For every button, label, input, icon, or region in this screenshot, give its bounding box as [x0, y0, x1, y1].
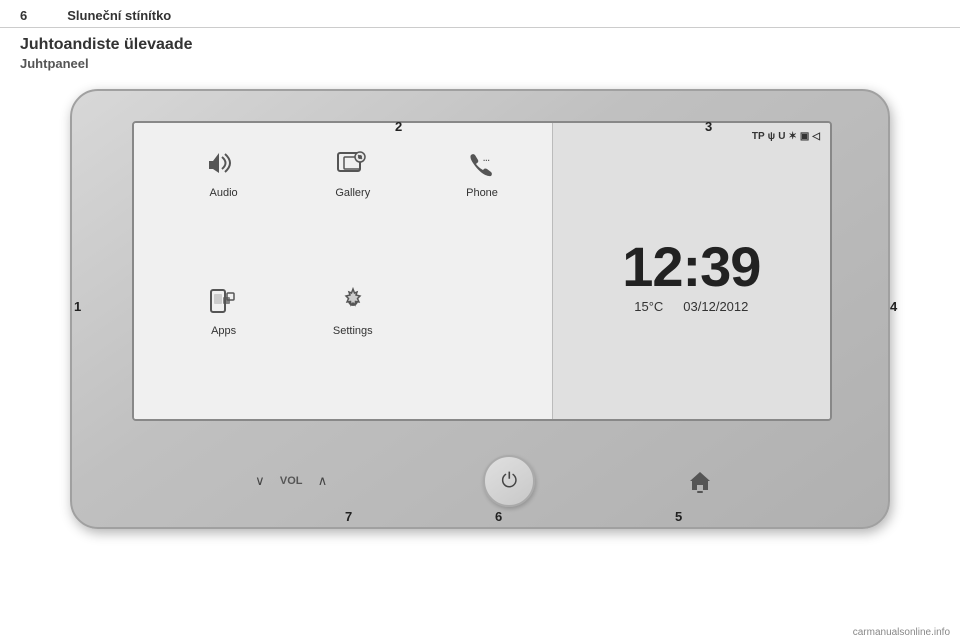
callout-5: 5: [675, 509, 682, 524]
phone-icon: ...: [458, 143, 506, 183]
app-icon-gallery[interactable]: Gallery: [293, 143, 412, 271]
vol-up-button[interactable]: ∧: [308, 469, 338, 493]
svg-text:...: ...: [483, 154, 490, 163]
clock-area: 12:39 15°C 03/12/2012: [563, 142, 820, 411]
volume-status: ◁: [812, 131, 820, 142]
app-grid: Audio Gallery: [134, 123, 552, 419]
screen-info-panel: TP ψ U ✶ ▣ ◁ 12:39 15°C 03/12/2012: [552, 123, 830, 419]
callout-3: 3: [705, 119, 712, 134]
phone-label: Phone: [466, 187, 498, 199]
tp-status: TP: [752, 131, 765, 142]
apps-label: Apps: [211, 325, 236, 337]
power-button[interactable]: ⏻: [483, 455, 535, 507]
app-icon-audio[interactable]: Audio: [164, 143, 283, 271]
app-icon-phone[interactable]: ... Phone: [422, 143, 541, 271]
audio-label: Audio: [210, 187, 238, 199]
callout-7: 7: [345, 509, 352, 524]
callout-1: 1: [74, 299, 81, 314]
device-controls: ∨ VOL ∧ ⏻: [132, 455, 832, 507]
battery-status: ▣: [800, 131, 809, 142]
clock-display: 12:39: [622, 239, 760, 295]
bluetooth-status: ✶: [788, 131, 796, 142]
device-screen: Audio Gallery: [132, 121, 832, 421]
volume-control: ∨ VOL ∧: [245, 469, 338, 493]
device-diagram: Audio Gallery: [40, 79, 920, 549]
signal-status: U: [778, 131, 785, 142]
gallery-label: Gallery: [335, 187, 370, 199]
apps-icon: [200, 281, 248, 321]
settings-label: Settings: [333, 325, 373, 337]
heading-sub: Juhtpaneel: [20, 56, 940, 71]
app-icon-settings[interactable]: Settings: [293, 281, 412, 409]
vol-down-button[interactable]: ∨: [245, 469, 275, 493]
antenna-status: ψ: [768, 131, 776, 142]
watermark: carmanualsonline.info: [853, 627, 950, 638]
clock-info: 15°C 03/12/2012: [634, 299, 748, 314]
temperature-display: 15°C: [634, 299, 663, 314]
callout-2: 2: [395, 119, 402, 134]
audio-icon: [200, 143, 248, 183]
home-button[interactable]: [681, 462, 719, 500]
callout-4: 4: [890, 299, 897, 314]
gallery-icon: [329, 143, 377, 183]
device-body: Audio Gallery: [70, 89, 890, 529]
callout-6: 6: [495, 509, 502, 524]
settings-icon: [329, 281, 377, 321]
page-number: 6: [20, 8, 27, 23]
status-bar: TP ψ U ✶ ▣ ◁: [563, 131, 820, 142]
app-icon-apps[interactable]: Apps: [164, 281, 283, 409]
section-title: Sluneční stínítko: [67, 8, 171, 23]
date-display: 03/12/2012: [683, 299, 748, 314]
vol-label: VOL: [280, 475, 303, 487]
heading-main: Juhtoandiste ülevaade: [20, 36, 940, 54]
